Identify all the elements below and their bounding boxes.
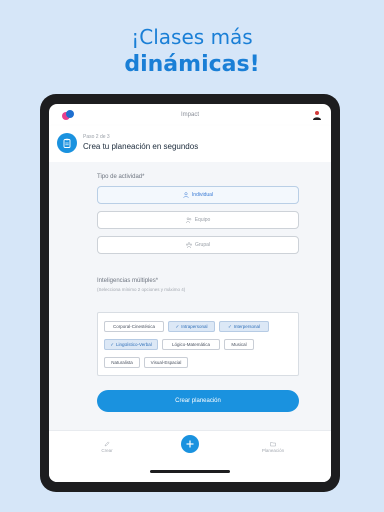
page-title: Crea tu planeación en segundos — [83, 142, 199, 151]
nav-planeacion[interactable]: Planeación — [253, 441, 293, 453]
headline-line-1: ¡Clases más — [131, 25, 253, 49]
team-icon — [185, 217, 191, 223]
group-icon — [186, 242, 192, 248]
folder-icon — [270, 442, 276, 447]
top-bar: Impact — [49, 104, 331, 126]
chip-intrapersonal[interactable]: ✓ Intrapersonal — [168, 321, 215, 332]
brand-name: Impact — [180, 112, 199, 118]
form-area: Tipo de actividad* Individual Equipo Gru… — [49, 162, 331, 430]
check-icon: ✓ — [227, 323, 232, 329]
app-screen: Impact Paso 2 de 3 Crea tu planeación en… — [49, 104, 331, 482]
chip-musical[interactable]: Musical — [224, 339, 254, 350]
nav-crear[interactable]: Crear — [87, 441, 127, 453]
pencil-icon — [104, 441, 110, 447]
option-label: Grupal — [194, 242, 210, 248]
plus-icon — [186, 440, 194, 448]
step-indicator: Paso 2 de 3 — [83, 134, 110, 140]
create-plan-button[interactable]: Crear planeación — [97, 390, 299, 412]
option-label: Individual — [191, 192, 214, 198]
clipboard-icon — [57, 133, 77, 153]
add-button[interactable] — [181, 435, 199, 453]
page-header: Paso 2 de 3 Crea tu planeación en segund… — [49, 126, 331, 162]
chip-interpersonal[interactable]: ✓ Interpersonal — [219, 321, 269, 332]
chip-linguistico[interactable]: ✓ Lingüístico-Verbal — [104, 339, 158, 350]
option-grupal[interactable]: Grupal — [97, 236, 299, 254]
option-label: Equipo — [194, 217, 211, 223]
home-indicator — [150, 470, 230, 473]
chip-corporal[interactable]: Corporal-Cinestésica — [104, 321, 164, 332]
person-icon — [183, 192, 189, 198]
tablet-frame: Impact Paso 2 de 3 Crea tu planeación en… — [40, 94, 340, 492]
chip-visual[interactable]: Visual-Espacial — [144, 357, 188, 368]
chip-logico[interactable]: Lógico-Matemática — [162, 339, 220, 350]
check-icon: ✓ — [175, 323, 180, 329]
intelligences-hint: (Selecciona mínimo 2 opciones y máximo 4… — [97, 287, 186, 292]
promo-headline: ¡Clases más dinámicas! — [0, 24, 384, 80]
bottom-nav: Crear Planeación — [49, 430, 331, 482]
activity-type-label: Tipo de actividad* — [97, 174, 145, 180]
check-icon: ✓ — [110, 341, 114, 347]
chip-naturalista[interactable]: Naturalista — [104, 357, 140, 368]
option-equipo[interactable]: Equipo — [97, 211, 299, 229]
headline-line-2: dinámicas! — [124, 52, 260, 77]
option-individual[interactable]: Individual — [97, 186, 299, 204]
intelligences-label: Inteligencias múltiples* — [97, 278, 159, 284]
user-icon[interactable] — [312, 110, 322, 120]
app-logo — [62, 110, 74, 120]
intelligences-chips: Corporal-Cinestésica ✓ Intrapersonal ✓ I… — [97, 312, 299, 376]
